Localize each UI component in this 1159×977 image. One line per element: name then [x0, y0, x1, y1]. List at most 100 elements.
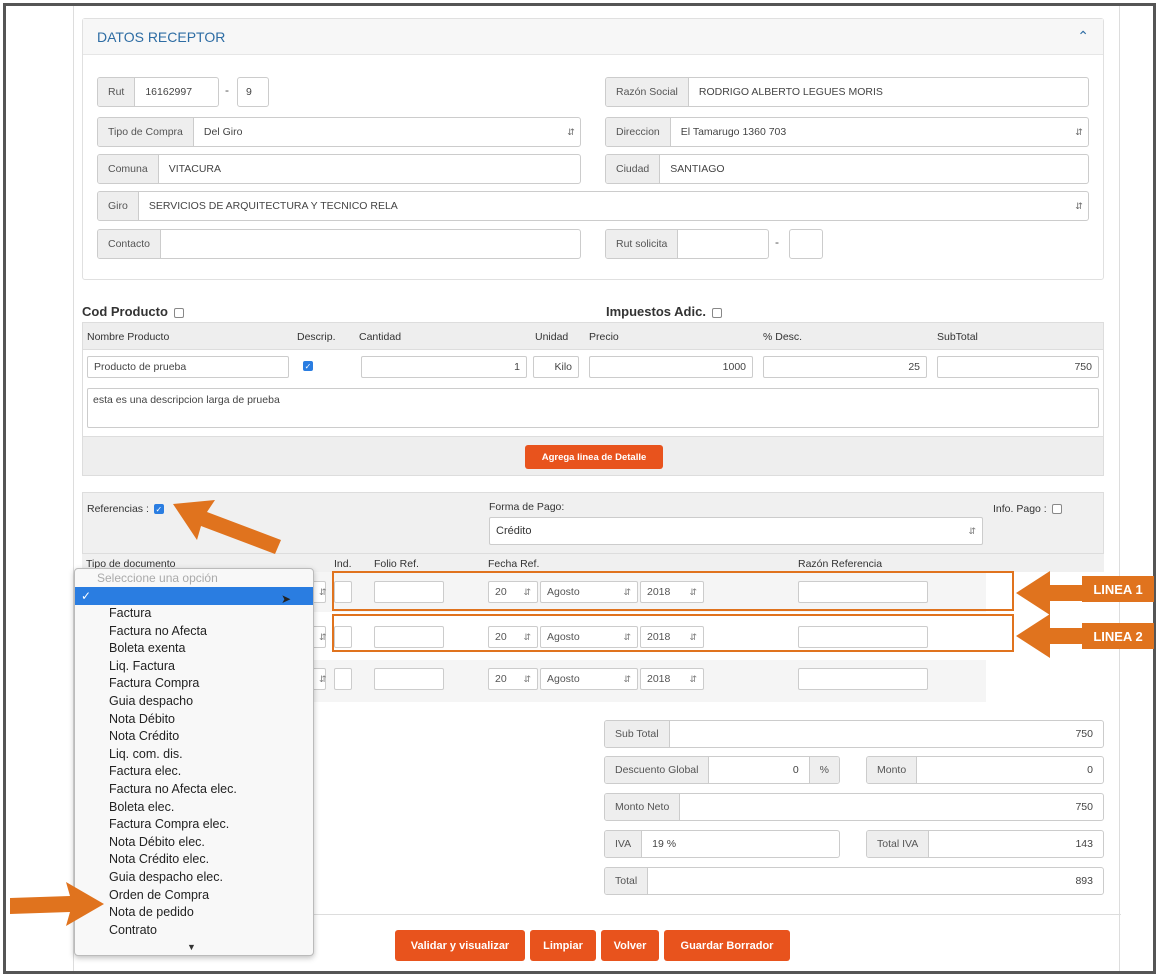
- cod-producto-checkbox[interactable]: [173, 307, 184, 318]
- rut-solicita-dv-input[interactable]: [789, 229, 823, 259]
- subtotal-value: 750: [1075, 728, 1093, 740]
- info-pago-toggle[interactable]: Info. Pago :: [993, 503, 1062, 515]
- rut-dv-input[interactable]: 9: [237, 77, 269, 107]
- col-razon-referencia: Razón Referencia: [798, 558, 883, 570]
- option-factura[interactable]: Factura: [75, 605, 313, 623]
- receptor-panel-header[interactable]: DATOS RECEPTOR ⌃: [83, 19, 1103, 55]
- forma-pago-select[interactable]: Crédito ⇵: [489, 517, 983, 545]
- giro-select[interactable]: Giro SERVICIOS DE ARQUITECTURA Y TECNICO…: [97, 191, 1089, 221]
- fecha-mes-select[interactable]: Agosto ⇵: [540, 668, 638, 690]
- subtotal-input[interactable]: 750: [937, 356, 1099, 378]
- descuento-global-field[interactable]: Descuento Global 0 %: [604, 756, 840, 784]
- info-pago-checkbox[interactable]: [1051, 504, 1062, 515]
- option-factura-no-afecta-elec[interactable]: Factura no Afecta elec.: [75, 781, 313, 799]
- ciudad-label: Ciudad: [606, 155, 661, 183]
- option-factura-no-afecta[interactable]: Factura no Afecta: [75, 623, 313, 641]
- tipo-doc-select-edge[interactable]: ⇵: [312, 668, 327, 690]
- rut-solicita-input[interactable]: [678, 230, 768, 258]
- razon-social-field[interactable]: Razón Social RODRIGO ALBERTO LEGUES MORI…: [605, 77, 1089, 107]
- col-unidad: Unidad: [535, 331, 569, 343]
- monto-label: Monto: [867, 757, 918, 783]
- desc-input[interactable]: 25: [763, 356, 927, 378]
- rut-solicita-field[interactable]: Rut solicita: [605, 229, 769, 259]
- option-nota-de-pedido[interactable]: Nota de pedido: [75, 904, 313, 922]
- razon-social-label: Razón Social: [606, 78, 689, 106]
- cod-producto-label: Cod Producto: [82, 304, 168, 319]
- option-factura-compra-elec[interactable]: Factura Compra elec.: [75, 816, 313, 834]
- option-boleta-exenta[interactable]: Boleta exenta: [75, 640, 313, 658]
- impuestos-adic-toggle[interactable]: Impuestos Adic.: [606, 304, 722, 319]
- agrega-linea-button[interactable]: Agrega linea de Detalle: [525, 445, 663, 469]
- folio-ref-input[interactable]: [374, 668, 444, 690]
- fecha-anio-value: 2018: [647, 673, 671, 685]
- tipo-compra-select[interactable]: Tipo de Compra Del Giro ⇵: [97, 117, 581, 147]
- option-nota-debito[interactable]: Nota Débito: [75, 711, 313, 729]
- referencias-checkbox[interactable]: ✓: [153, 504, 164, 515]
- option-factura-compra[interactable]: Factura Compra: [75, 675, 313, 693]
- scroll-down-icon[interactable]: ▼: [187, 942, 196, 952]
- impuestos-adic-checkbox[interactable]: [711, 307, 722, 318]
- validar-visualizar-button[interactable]: Validar y visualizar: [395, 930, 525, 961]
- descuento-global-input[interactable]: 0: [709, 757, 808, 783]
- option-boleta-elec[interactable]: Boleta elec.: [75, 799, 313, 817]
- fecha-anio-select[interactable]: 2018 ⇵: [640, 668, 704, 690]
- total-iva-value: 143: [1075, 838, 1093, 850]
- cantidad-input[interactable]: 1: [361, 356, 527, 378]
- tipo-doc-select-edge[interactable]: ⇵: [312, 581, 327, 603]
- comuna-label: Comuna: [98, 155, 159, 183]
- contacto-field[interactable]: Contacto: [97, 229, 581, 259]
- linea-1-highlight: [332, 571, 1014, 611]
- precio-input[interactable]: 1000: [589, 356, 753, 378]
- comuna-field[interactable]: Comuna VITACURA: [97, 154, 581, 184]
- option-guia-despacho[interactable]: Guia despacho: [75, 693, 313, 711]
- direccion-select[interactable]: Direccion El Tamarugo 1360 703 ⇵: [605, 117, 1089, 147]
- col-fecha-ref: Fecha Ref.: [488, 558, 540, 570]
- ciudad-input[interactable]: SANTIAGO: [660, 155, 1088, 183]
- ciudad-field[interactable]: Ciudad SANTIAGO: [605, 154, 1089, 184]
- option-nota-credito-elec[interactable]: Nota Crédito elec.: [75, 851, 313, 869]
- monto-field[interactable]: Monto 0: [866, 756, 1104, 784]
- rut-input[interactable]: 16162997: [135, 78, 218, 106]
- guardar-borrador-button[interactable]: Guardar Borrador: [664, 930, 790, 961]
- fecha-dia-select[interactable]: 20 ⇵: [488, 668, 538, 690]
- total-label: Total: [605, 868, 649, 894]
- descrip-checkbox[interactable]: ✓: [303, 361, 313, 371]
- col-precio: Precio: [589, 331, 619, 343]
- total-iva-label: Total IVA: [867, 831, 930, 857]
- tipo-documento-dropdown[interactable]: Seleccione una opción ✓ ➤ Factura Factur…: [74, 568, 314, 956]
- option-liq-com-dis[interactable]: Liq. com. dis.: [75, 746, 313, 764]
- referencias-label: Referencias :: [87, 503, 149, 515]
- tipo-doc-select-edge[interactable]: ⇵: [312, 626, 327, 648]
- limpiar-button[interactable]: Limpiar: [530, 930, 596, 961]
- option-nota-debito-elec[interactable]: Nota Débito elec.: [75, 834, 313, 852]
- option-contrato[interactable]: Contrato: [75, 922, 313, 940]
- monto-neto-value: 750: [1075, 801, 1093, 813]
- screenshot-frame: DATOS RECEPTOR ⌃ Rut 16162997 - 9 Razón …: [3, 3, 1156, 974]
- option-nota-credito[interactable]: Nota Crédito: [75, 728, 313, 746]
- volver-button[interactable]: Volver: [601, 930, 659, 961]
- iva-field: IVA 19 %: [604, 830, 840, 858]
- comuna-input[interactable]: VITACURA: [159, 155, 580, 183]
- razon-social-input[interactable]: RODRIGO ALBERTO LEGUES MORIS: [689, 78, 1088, 106]
- unidad-input[interactable]: Kilo: [533, 356, 579, 378]
- option-factura-elec[interactable]: Factura elec.: [75, 763, 313, 781]
- rut-field[interactable]: Rut 16162997: [97, 77, 219, 107]
- dropdown-selected-option[interactable]: ✓ ➤: [75, 587, 313, 606]
- option-orden-de-compra[interactable]: Orden de Compra: [75, 887, 313, 905]
- razon-referencia-input[interactable]: [798, 668, 928, 690]
- subtotal-label: Sub Total: [605, 721, 670, 747]
- option-liq-factura[interactable]: Liq. Factura: [75, 658, 313, 676]
- nombre-producto-input[interactable]: Producto de prueba: [87, 356, 289, 378]
- cod-producto-toggle[interactable]: Cod Producto: [82, 304, 184, 319]
- descripcion-textarea[interactable]: esta es una descripcion larga de prueba: [87, 388, 1099, 428]
- option-guia-despacho-elec[interactable]: Guia despacho elec.: [75, 869, 313, 887]
- monto-input[interactable]: 0: [917, 757, 1103, 783]
- giro-label: Giro: [98, 192, 139, 220]
- select-arrows-icon: ⇵: [968, 525, 976, 536]
- chevron-up-icon[interactable]: ⌃: [1077, 28, 1089, 45]
- contacto-input[interactable]: [161, 230, 580, 258]
- referencias-toggle[interactable]: Referencias : ✓: [87, 503, 164, 515]
- subtotal-field: Sub Total 750: [604, 720, 1104, 748]
- ind-input[interactable]: [334, 668, 352, 690]
- rut-solicita-dash: -: [775, 235, 779, 249]
